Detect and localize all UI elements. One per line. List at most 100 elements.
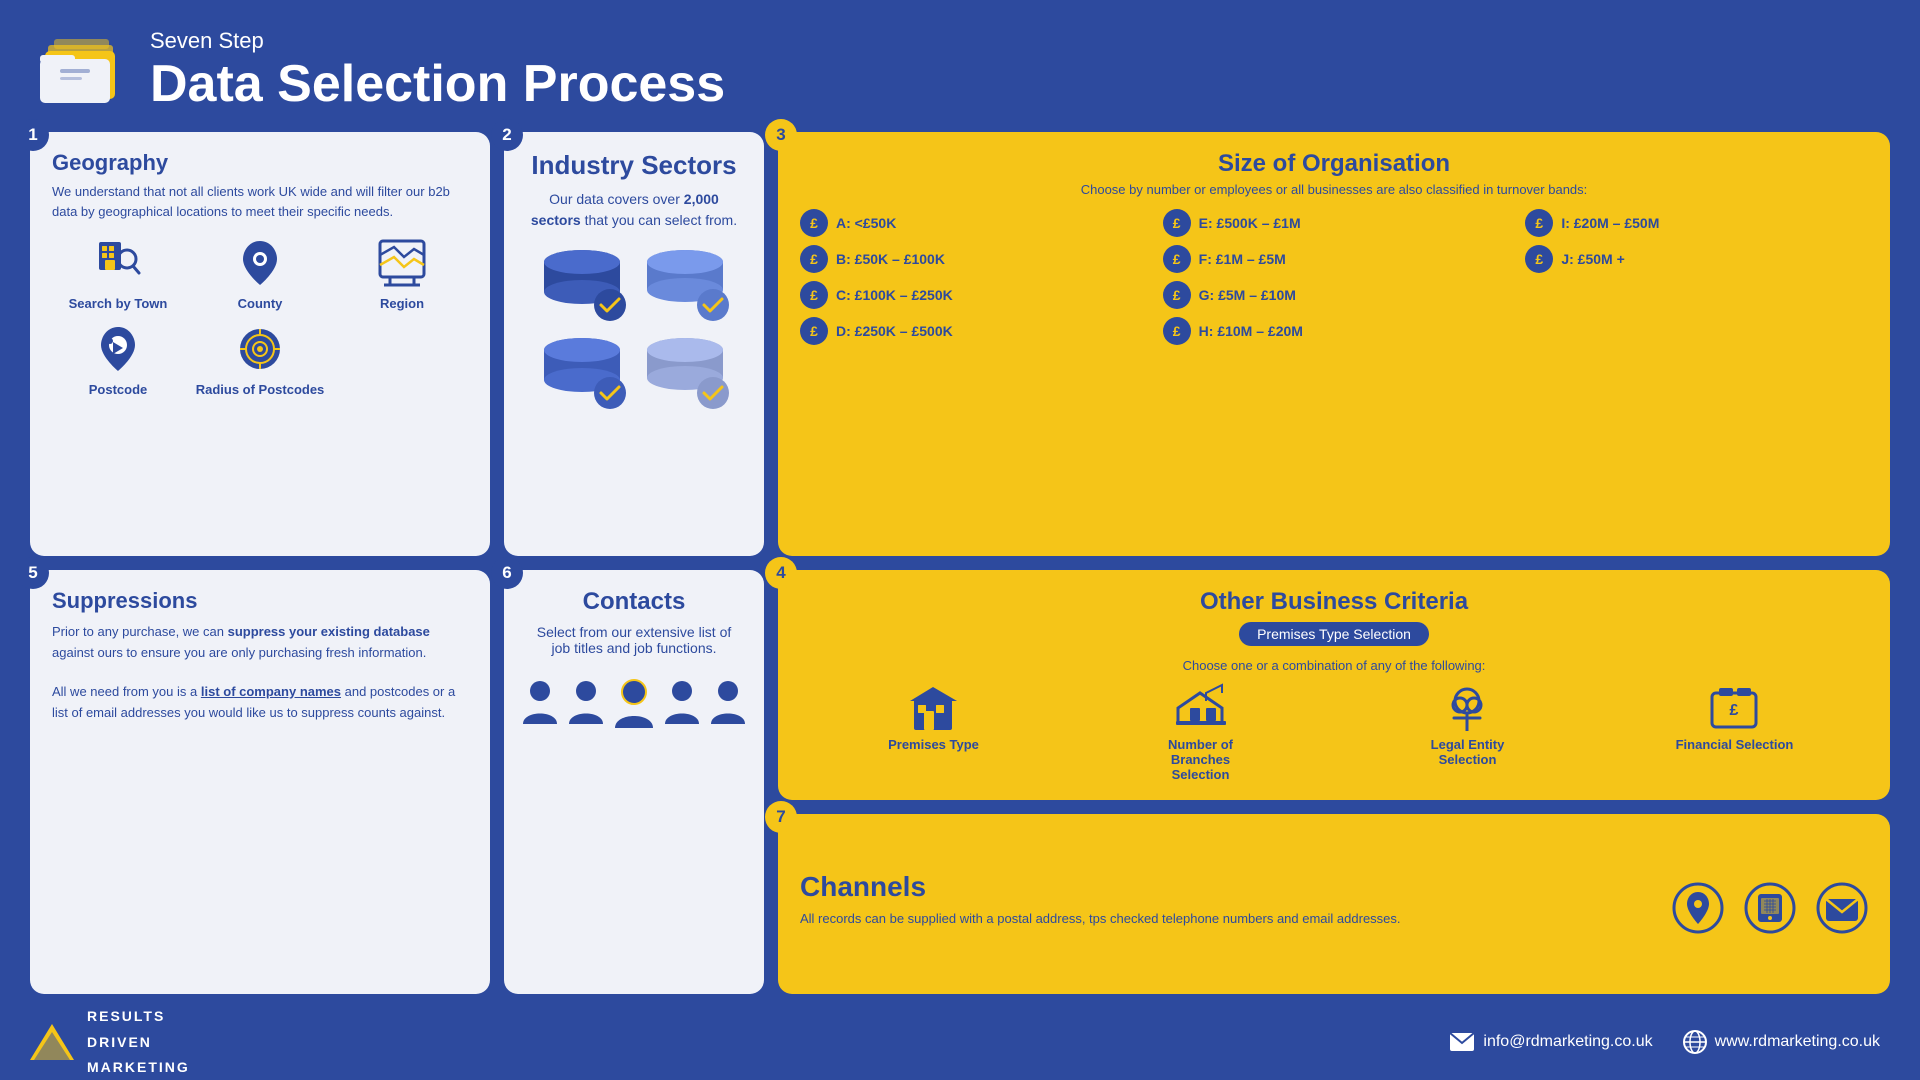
- region-label: Region: [380, 296, 424, 311]
- step3-badge: 3: [765, 119, 797, 151]
- step4-title: Other Business Criteria: [800, 588, 1868, 616]
- channel-icons: [1672, 882, 1868, 934]
- size-label-c: C: £100K – £250K: [836, 287, 953, 303]
- geo-search-town: Search by Town: [52, 235, 184, 311]
- website-footer-link[interactable]: www.rdmarketing.co.uk: [1683, 1030, 1880, 1054]
- step5-para1: Prior to any purchase, we can suppress y…: [52, 622, 468, 664]
- premises-type-badge: Premises Type Selection: [1239, 622, 1429, 646]
- branches-icon: [1168, 683, 1233, 733]
- size-item-j: £ J: £50M +: [1525, 245, 1868, 273]
- size-label-d: D: £250K – £500K: [836, 323, 953, 339]
- step3-title: Size of Organisation: [800, 150, 1868, 178]
- legal-label: Legal Entity Selection: [1408, 737, 1528, 767]
- channels-text-block: Channels All records can be supplied wit…: [800, 871, 1652, 939]
- size-item-b: £ B: £50K – £100K: [800, 245, 1143, 273]
- header-title-block: Seven Step Data Selection Process: [150, 28, 725, 114]
- size-item-f: £ F: £1M – £5M: [1163, 245, 1506, 273]
- step1-desc: We understand that not all clients work …: [52, 182, 468, 221]
- step5-badge: 5: [17, 557, 49, 589]
- pound-icon-e: £: [1163, 209, 1191, 237]
- footer-contact-block: info@rdmarketing.co.uk www.rdmarketing.c…: [1449, 1030, 1880, 1054]
- step6-desc: Select from our extensive list of job ti…: [526, 624, 742, 656]
- step2-title: Industry Sectors: [531, 150, 736, 181]
- location-channel-icon: [1672, 882, 1724, 934]
- page-footer: RESULTS DRIVEN MARKETING info@rdmarketin…: [0, 994, 1920, 1080]
- svg-text:£: £: [1730, 702, 1739, 719]
- criteria-icons: Premises Type N: [800, 683, 1868, 782]
- step4-subtitle: Choose one or a combination of any of th…: [800, 658, 1868, 673]
- step7-badge: 7: [765, 801, 797, 833]
- geo-postcode: Postcode: [52, 321, 184, 397]
- db-icon-1: [535, 247, 630, 327]
- brand-text: RESULTS DRIVEN MARKETING: [87, 1004, 190, 1080]
- person-icon-1: [521, 678, 559, 730]
- step6-contacts-card: 6 Contacts Select from our extensive lis…: [504, 570, 764, 994]
- step6-title: Contacts: [583, 588, 686, 616]
- db-icon-4: [638, 335, 733, 415]
- size-item-c: £ C: £100K – £250K: [800, 281, 1143, 309]
- size-item-empty2: [1525, 317, 1868, 345]
- row-2: 5 Suppressions Prior to any purchase, we…: [30, 570, 1890, 994]
- company-names-link[interactable]: list of company names: [201, 684, 341, 699]
- legal-icon: [1440, 683, 1495, 733]
- postcode-label: Postcode: [89, 382, 148, 397]
- pound-icon-f: £: [1163, 245, 1191, 273]
- db-icons-grid: [535, 247, 733, 415]
- criteria-legal: Legal Entity Selection: [1408, 683, 1528, 767]
- step4-badge: 4: [765, 557, 797, 589]
- size-label-e: E: £500K – £1M: [1199, 215, 1301, 231]
- county-label: County: [238, 296, 283, 311]
- step7-desc: All records can be supplied with a posta…: [800, 909, 1652, 929]
- region-icon: [372, 235, 432, 290]
- size-item-i: £ I: £20M – £50M: [1525, 209, 1868, 237]
- financial-icon: £: [1707, 683, 1762, 733]
- footer-website: www.rdmarketing.co.uk: [1715, 1033, 1880, 1051]
- premises-label: Premises Type: [888, 737, 979, 752]
- page-header: Seven Step Data Selection Process: [0, 0, 1920, 124]
- size-label-a: A: <£50K: [836, 215, 896, 231]
- pound-icon-i: £: [1525, 209, 1553, 237]
- brand-line-2: DRIVEN: [87, 1030, 190, 1055]
- radius-label: Radius of Postcodes: [196, 382, 325, 397]
- geo-county: County: [194, 235, 326, 311]
- size-item-a: £ A: <£50K: [800, 209, 1143, 237]
- pound-icon-b: £: [800, 245, 828, 273]
- content-area: 1 Geography We understand that not all c…: [0, 124, 1920, 994]
- pound-icon-j: £: [1525, 245, 1553, 273]
- size-label-f: F: £1M – £5M: [1199, 251, 1286, 267]
- email-channel-icon: [1816, 882, 1868, 934]
- criteria-financial: £ Financial Selection: [1675, 683, 1795, 752]
- step1-geography-card: 1 Geography We understand that not all c…: [30, 132, 490, 556]
- pound-icon-c: £: [800, 281, 828, 309]
- person-icon-5: [709, 678, 747, 730]
- size-label-j: J: £50M +: [1561, 251, 1624, 267]
- contact-figures: [521, 678, 747, 736]
- branches-label: Number of Branches Selection: [1141, 737, 1261, 782]
- criteria-branches: Number of Branches Selection: [1141, 683, 1261, 782]
- step7-channels-card: 7 Channels All records can be supplied w…: [778, 814, 1890, 994]
- step2-desc: Our data covers over 2,000 sectors that …: [526, 189, 742, 231]
- row-1: 1 Geography We understand that not all c…: [30, 132, 1890, 556]
- pound-icon-a: £: [800, 209, 828, 237]
- email-footer-link[interactable]: info@rdmarketing.co.uk: [1449, 1032, 1652, 1052]
- size-grid: £ A: <£50K £ E: £500K – £1M £ I: £20M – …: [800, 209, 1868, 345]
- footer-email: info@rdmarketing.co.uk: [1483, 1033, 1652, 1051]
- county-icon: [230, 235, 290, 290]
- size-item-h: £ H: £10M – £20M: [1163, 317, 1506, 345]
- size-label-g: G: £5M – £10M: [1199, 287, 1296, 303]
- criteria-premises: Premises Type: [874, 683, 994, 752]
- step7-title: Channels: [800, 871, 1652, 903]
- size-label-i: I: £20M – £50M: [1561, 215, 1659, 231]
- db-icon-2: [638, 247, 733, 327]
- person-icon-3-highlight: [613, 678, 655, 736]
- geo-icons-grid: Search by Town County: [52, 235, 468, 397]
- header-subtitle: Seven Step: [150, 28, 725, 54]
- step3-subtitle: Choose by number or employees or all bus…: [800, 182, 1868, 197]
- size-label-b: B: £50K – £100K: [836, 251, 945, 267]
- size-item-d: £ D: £250K – £500K: [800, 317, 1143, 345]
- brand-line-1: RESULTS: [87, 1004, 190, 1029]
- db-icon-3: [535, 335, 630, 415]
- step2-badge: 2: [491, 119, 523, 151]
- premises-icon: [906, 683, 961, 733]
- brand-line-3: MARKETING: [87, 1055, 190, 1080]
